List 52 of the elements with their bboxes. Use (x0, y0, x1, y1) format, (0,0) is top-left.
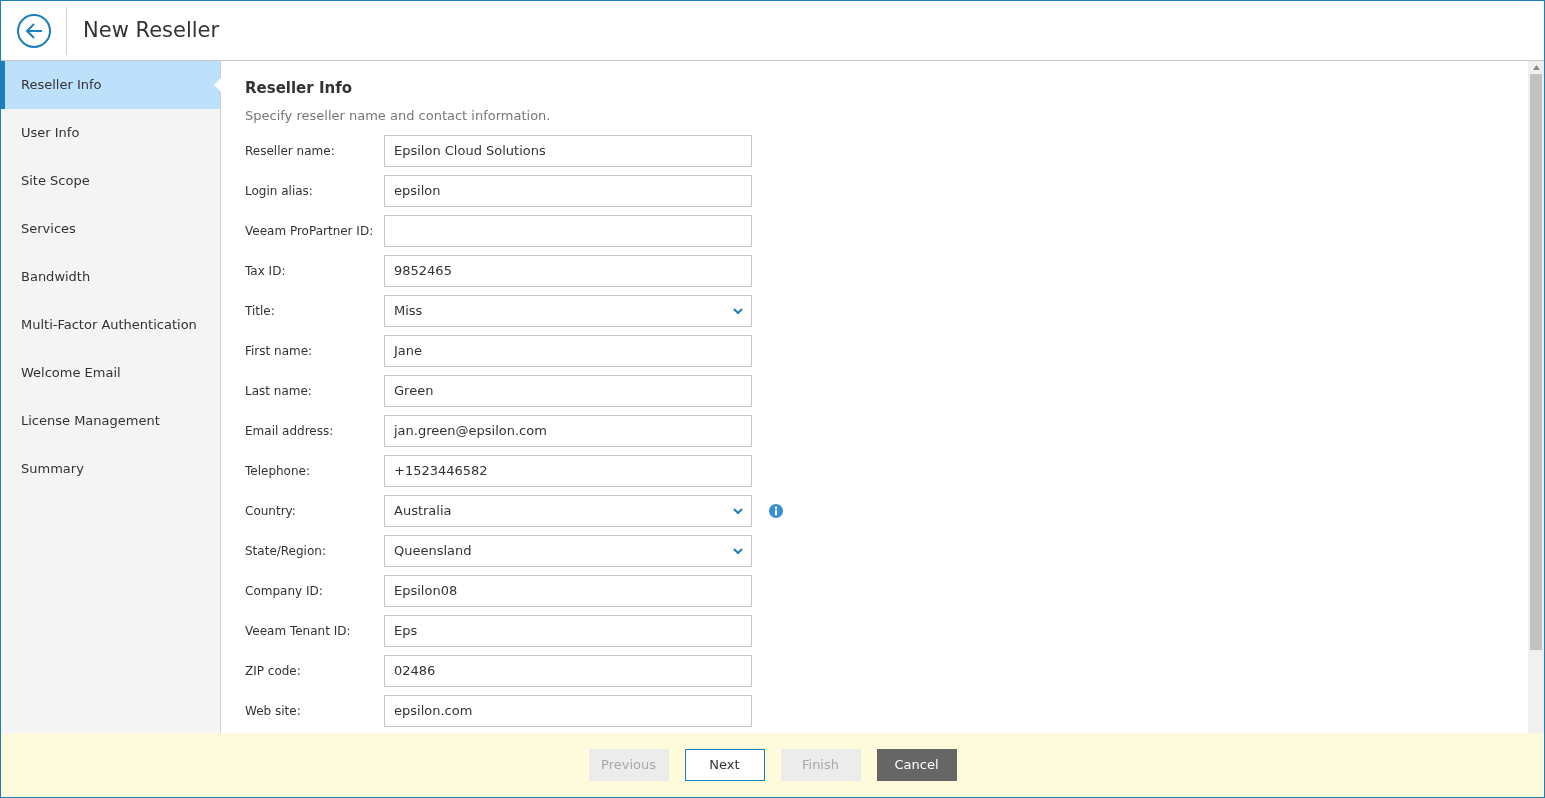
input-field[interactable]: epsilon.com (384, 695, 752, 727)
sidebar-item[interactable]: Summary (1, 445, 220, 493)
sidebar-item[interactable]: Multi-Factor Authentication (1, 301, 220, 349)
input-field[interactable]: Epsilon Cloud Solutions (384, 135, 752, 167)
field-label: ZIP code: (245, 663, 302, 680)
field-label: Email address: (245, 423, 335, 440)
field-label: Company ID: (245, 583, 324, 600)
window-title: New Reseller (83, 16, 220, 44)
input-field[interactable]: Jane (384, 335, 752, 367)
field-label: Tax ID: (245, 263, 287, 280)
wizard-button[interactable]: Cancel (876, 749, 957, 781)
input-field[interactable]: jan.green@epsilon.com (384, 415, 752, 447)
sidebar-item[interactable]: Services (1, 205, 220, 253)
dropdown-field[interactable]: Australia (384, 495, 752, 527)
input-field[interactable]: 9852465 (384, 255, 752, 287)
input-field[interactable]: +1523446582 (384, 455, 752, 487)
info-icon[interactable] (769, 504, 783, 518)
field-label: Telephone: (245, 463, 311, 480)
input-field[interactable]: Green (384, 375, 752, 407)
sidebar-item[interactable]: Bandwidth (1, 253, 220, 301)
back-arrow-icon (24, 21, 44, 40)
field-label: Login alias: (245, 183, 314, 200)
input-field[interactable]: 02486 (384, 655, 752, 687)
section-title: Reseller Info (245, 78, 353, 99)
field-label: Country: (245, 503, 297, 520)
scrollbar[interactable] (1528, 61, 1544, 733)
chevron-down-icon (733, 507, 743, 515)
field-label: Last name: (245, 383, 313, 400)
chevron-down-icon (733, 307, 743, 315)
input-field[interactable]: Eps (384, 615, 752, 647)
sidebar-item[interactable]: License Management (1, 397, 220, 445)
input-field[interactable]: Epsilon08 (384, 575, 752, 607)
field-label: Veeam Tenant ID: (245, 623, 352, 640)
input-field[interactable] (384, 215, 752, 247)
back-button[interactable] (17, 13, 51, 48)
input-field[interactable]: epsilon (384, 175, 752, 207)
field-label: First name: (245, 343, 314, 360)
field-label: Web site: (245, 703, 302, 720)
field-label: State/Region: (245, 543, 327, 560)
chevron-down-icon (733, 547, 743, 555)
sidebar-item[interactable]: Site Scope (1, 157, 220, 205)
sidebar-item[interactable]: User Info (1, 109, 220, 157)
field-label: Reseller name: (245, 143, 336, 160)
field-label: Veeam ProPartner ID: (245, 223, 375, 240)
section-description: Specify reseller name and contact information. (245, 106, 552, 125)
sidebar-item[interactable]: Reseller Info (1, 61, 220, 109)
dropdown-field[interactable]: Queensland (384, 535, 752, 567)
dropdown-field[interactable]: Miss (384, 295, 752, 327)
sidebar-item[interactable]: Welcome Email (1, 349, 220, 397)
wizard-button[interactable]: Next (684, 749, 765, 781)
scroll-up-arrow-icon[interactable] (1532, 65, 1540, 70)
field-label: Title: (245, 303, 276, 320)
